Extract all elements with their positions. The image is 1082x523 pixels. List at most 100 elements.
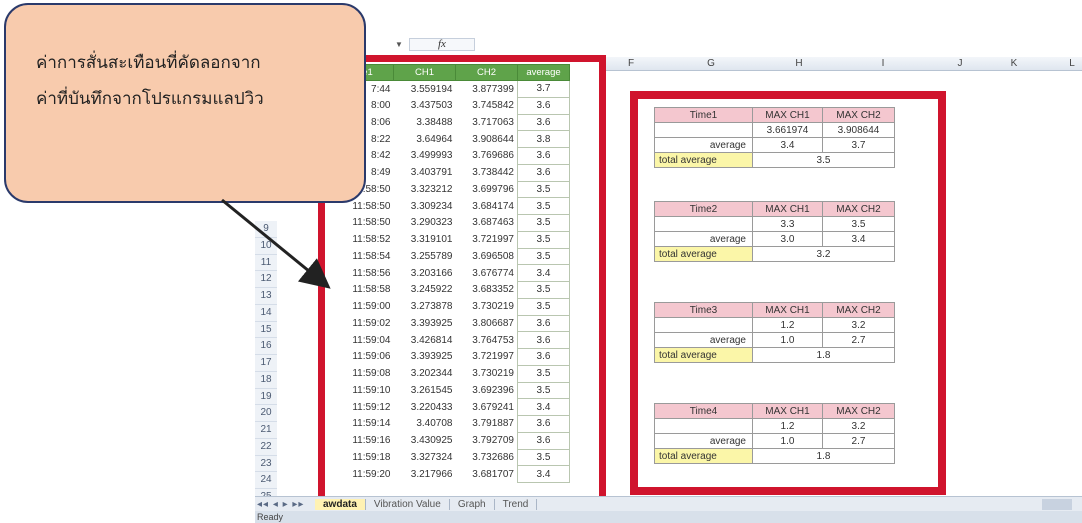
cell-average[interactable]: 3.5 xyxy=(517,230,570,249)
cell-ch2[interactable]: 3.681707 xyxy=(456,466,518,483)
cell-average[interactable]: 3.5 xyxy=(517,247,570,266)
cell-average[interactable]: 3.4 xyxy=(517,465,570,483)
cell-ch1[interactable]: 3.426814 xyxy=(394,332,456,349)
row-number[interactable]: 11 xyxy=(255,254,277,272)
average-label[interactable]: average xyxy=(654,433,753,449)
column-header[interactable]: H xyxy=(789,57,809,71)
average-label[interactable]: average xyxy=(654,332,753,348)
cell-average[interactable]: 3.4 xyxy=(517,398,570,416)
cell-average[interactable]: 3.6 xyxy=(517,415,570,433)
max-ch1-header[interactable]: MAX CH1 xyxy=(752,403,823,419)
cell-average[interactable]: 3.5 xyxy=(517,197,570,215)
row-number[interactable]: 21 xyxy=(255,422,277,439)
cell-ch1[interactable]: 3.309234 xyxy=(394,198,456,215)
tab-graph[interactable]: Graph xyxy=(450,498,495,510)
tab-vibration-value[interactable]: Vibration Value xyxy=(366,498,450,510)
name-box-dropdown-icon[interactable]: ▼ xyxy=(395,40,403,49)
max-ch1-value[interactable]: 1.2 xyxy=(752,317,823,333)
col-header-ch1[interactable]: CH1 xyxy=(393,64,456,81)
cell-ch1[interactable]: 3.38488 xyxy=(394,114,456,131)
total-average-value[interactable]: 3.5 xyxy=(752,152,895,168)
time-label[interactable]: Time4 xyxy=(654,403,753,419)
cell-ch1[interactable]: 3.220433 xyxy=(394,399,456,416)
col-header-average[interactable]: average xyxy=(517,64,570,81)
row-number[interactable]: 20 xyxy=(255,405,277,422)
cell-average[interactable]: 3.6 xyxy=(517,348,570,366)
row-number[interactable]: 10 xyxy=(255,237,277,255)
tab-awdata[interactable]: awdata xyxy=(315,498,366,510)
max-ch1-value[interactable]: 3.661974 xyxy=(752,122,823,138)
cell-ch1[interactable]: 3.203166 xyxy=(394,265,456,282)
cell-ch2[interactable]: 3.877399 xyxy=(456,81,518,98)
max-ch2-value[interactable]: 3.2 xyxy=(822,418,895,434)
cell-ch1[interactable]: 3.327324 xyxy=(394,449,456,466)
cell-ch2[interactable]: 3.687463 xyxy=(456,215,518,232)
column-header[interactable]: L xyxy=(1062,57,1082,71)
cell-ch1[interactable]: 3.393925 xyxy=(394,349,456,366)
total-average-label[interactable]: total average xyxy=(654,347,753,363)
cell-time[interactable]: 11:59:14 xyxy=(334,416,394,433)
max-ch2-value[interactable]: 3.908644 xyxy=(822,122,895,138)
cell-ch2[interactable]: 3.676774 xyxy=(456,265,518,282)
cell-ch2[interactable]: 3.684174 xyxy=(456,198,518,215)
cell-average[interactable]: 3.6 xyxy=(517,96,570,115)
cell-ch2[interactable]: 3.764753 xyxy=(456,332,518,349)
cell-ch1[interactable]: 3.499993 xyxy=(394,148,456,165)
avg-ch2-value[interactable]: 2.7 xyxy=(822,433,895,449)
sheet-nav-arrows-icon[interactable]: ◂◂ ◂ ▸ ▸▸ xyxy=(255,499,315,510)
cell-ch2[interactable]: 3.792709 xyxy=(456,432,518,449)
time-label[interactable]: Time2 xyxy=(654,201,753,217)
avg-ch2-value[interactable]: 2.7 xyxy=(822,332,895,348)
cell-time[interactable]: 11:58:58 xyxy=(334,282,394,299)
max-ch1-header[interactable]: MAX CH1 xyxy=(752,201,823,217)
cell-average[interactable]: 3.5 xyxy=(517,297,570,316)
total-average-label[interactable]: total average xyxy=(654,246,753,262)
cell-time[interactable]: 11:58:54 xyxy=(334,248,394,265)
row-number[interactable]: 12 xyxy=(255,271,277,288)
cell-ch1[interactable]: 3.40708 xyxy=(394,416,456,433)
cell-time[interactable]: 11:59:02 xyxy=(334,315,394,332)
row-number[interactable]: 24 xyxy=(255,472,277,489)
max-ch2-value[interactable]: 3.2 xyxy=(822,317,895,333)
cell-average[interactable]: 3.6 xyxy=(517,331,570,349)
cell-average[interactable]: 3.5 xyxy=(517,214,570,232)
max-ch2-header[interactable]: MAX CH2 xyxy=(822,403,895,419)
cell-ch1[interactable]: 3.323212 xyxy=(394,181,456,198)
col-header-ch2[interactable]: CH2 xyxy=(455,64,518,81)
empty-cell[interactable] xyxy=(654,418,753,434)
total-average-label[interactable]: total average xyxy=(654,152,753,168)
max-ch2-header[interactable]: MAX CH2 xyxy=(822,107,895,123)
column-header[interactable]: F xyxy=(621,57,641,71)
cell-ch2[interactable]: 3.679241 xyxy=(456,399,518,416)
row-number[interactable]: 9 xyxy=(255,221,277,238)
cell-ch1[interactable]: 3.393925 xyxy=(394,315,456,332)
cell-ch1[interactable]: 3.217966 xyxy=(394,466,456,483)
cell-average[interactable]: 3.5 xyxy=(517,281,570,299)
max-ch2-header[interactable]: MAX CH2 xyxy=(822,302,895,318)
avg-ch1-value[interactable]: 3.4 xyxy=(752,137,823,153)
cell-ch2[interactable]: 3.769686 xyxy=(456,148,518,165)
cell-average[interactable]: 3.8 xyxy=(517,130,570,148)
cell-ch1[interactable]: 3.255789 xyxy=(394,248,456,265)
empty-cell[interactable] xyxy=(654,216,753,232)
avg-ch1-value[interactable]: 1.0 xyxy=(752,332,823,348)
cell-ch2[interactable]: 3.730219 xyxy=(456,298,518,315)
time-label[interactable]: Time1 xyxy=(654,107,753,123)
row-number[interactable]: 23 xyxy=(255,455,277,473)
column-header[interactable]: G xyxy=(701,57,721,71)
row-number[interactable]: 22 xyxy=(255,438,277,456)
cell-ch1[interactable]: 3.273878 xyxy=(394,298,456,315)
max-ch1-value[interactable]: 1.2 xyxy=(752,418,823,434)
cell-average[interactable]: 3.7 xyxy=(517,80,570,98)
cell-time[interactable]: 11:59:06 xyxy=(334,349,394,366)
row-number[interactable]: 14 xyxy=(255,304,277,322)
max-ch1-value[interactable]: 3.3 xyxy=(752,216,823,232)
cell-ch2[interactable]: 3.806687 xyxy=(456,315,518,332)
cell-time[interactable]: 11:59:20 xyxy=(334,466,394,483)
cell-ch1[interactable]: 3.437503 xyxy=(394,97,456,114)
cell-time[interactable]: 11:58:50 xyxy=(334,215,394,232)
row-number[interactable]: 17 xyxy=(255,355,277,372)
cell-ch2[interactable]: 3.696508 xyxy=(456,248,518,265)
max-ch2-value[interactable]: 3.5 xyxy=(822,216,895,232)
cell-ch2[interactable]: 3.738442 xyxy=(456,164,518,181)
